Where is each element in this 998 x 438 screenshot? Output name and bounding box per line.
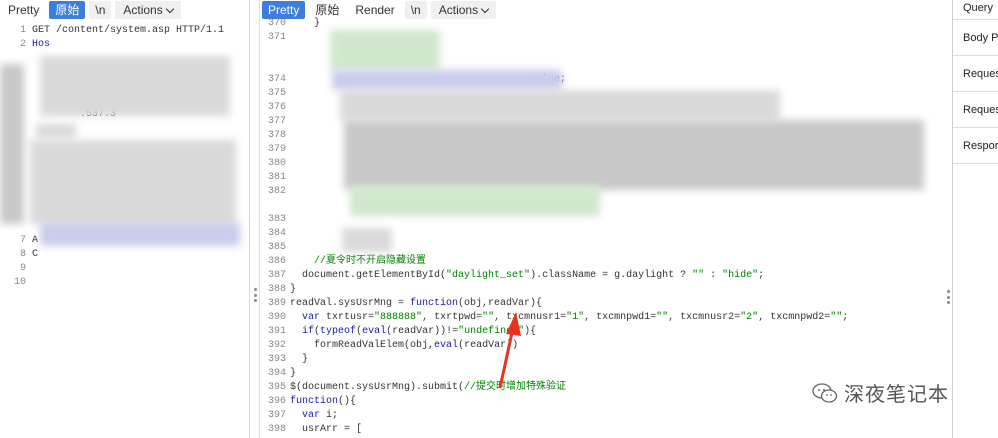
actions-label: Actions (123, 3, 163, 17)
chevron-down-icon (165, 4, 174, 13)
chevron-down-icon (480, 4, 490, 13)
code-line: 388} (267, 284, 297, 295)
actions-label: Actions (438, 3, 479, 17)
request-pane: Pretty 原始 \n Actions 1 GET /content/syste… (0, 0, 250, 438)
line-text (30, 276, 249, 290)
inspector-tab-request-1[interactable]: Reques (953, 56, 998, 92)
line-number: 385 (267, 242, 286, 253)
redacted-block (330, 30, 440, 70)
inspector-tab-response[interactable]: Respor (953, 128, 998, 164)
request-toolbar: Pretty 原始 \n Actions (0, 0, 249, 20)
inspector-tab-body[interactable]: Body P (953, 20, 998, 56)
line-number (260, 45, 288, 59)
line-text (30, 262, 249, 276)
pretty-tab[interactable]: Pretty (2, 1, 46, 19)
raw-tab[interactable]: 原始 (49, 1, 86, 19)
pane-divider[interactable] (250, 0, 260, 438)
line-number (260, 199, 288, 213)
line-number: 383 (267, 214, 286, 225)
code-line: 386 //夏令时不开启隐藏设置 (267, 256, 427, 267)
newline-toggle[interactable]: \n (89, 1, 112, 19)
code-line: 392 formReadValElem(obj,eval(readVar)) (267, 340, 519, 351)
redacted-block (36, 124, 76, 138)
redacted-block (340, 90, 780, 120)
line-text: C (32, 249, 39, 260)
redacted-block (332, 70, 562, 90)
line-number: 375 (267, 88, 286, 99)
code-line: 393 } (267, 354, 309, 365)
line-number: 382 (267, 186, 286, 197)
drag-handle-icon[interactable] (946, 290, 950, 304)
wechat-icon (812, 382, 838, 403)
line-number: 378 (267, 130, 286, 141)
line-number: 377 (267, 116, 286, 127)
actions-dropdown[interactable]: Actions (115, 1, 181, 19)
line-number: 2 (19, 39, 26, 50)
redacted-block (342, 228, 392, 252)
code-line: 2 Hos (0, 38, 249, 52)
inspector-tab-query[interactable]: Query (953, 0, 998, 20)
line-text: Hos (32, 39, 51, 50)
line-text: GET /content/system.asp HTTP/1.1 (32, 25, 225, 36)
line-number: 9 (19, 263, 26, 274)
redacted-block (30, 140, 236, 224)
line-number: 384 (267, 228, 286, 239)
redacted-block (0, 64, 24, 224)
line-text: } (290, 18, 321, 29)
drag-handle-icon[interactable] (253, 288, 257, 302)
code-line: 390 var txrtusr="888888", txrtpwd="", tx… (267, 312, 849, 323)
redacted-block (40, 222, 240, 246)
code-line: 9 (0, 262, 249, 276)
line-number: 7 (19, 235, 26, 246)
redacted-block (344, 120, 924, 190)
line-number: 381 (267, 172, 286, 183)
line-number: 374 (267, 74, 286, 85)
code-line: 1 GET /content/system.asp HTTP/1.1 (0, 24, 249, 38)
line-number: 370 (267, 18, 286, 29)
watermark-text: 深夜笔记本 (844, 382, 949, 406)
line-number: 10 (13, 277, 26, 288)
inspector-panel: Query Body P Reques Reques Respor (952, 0, 998, 438)
response-pane: Pretty 原始 Render \n Actions 370 } 371 374 … (260, 0, 952, 438)
line-number: 8 (19, 249, 26, 260)
code-line: 398 usrArr = [ (267, 424, 363, 435)
line-number (260, 59, 288, 73)
line-number: 380 (267, 158, 286, 169)
code-line: 391 if(typeof(eval(readVar))!="undefined… (267, 326, 537, 337)
line-number: 1 (19, 25, 26, 36)
line-number: 371 (267, 32, 286, 43)
code-line: 397 var i; (267, 410, 339, 421)
inspector-tab-request-2[interactable]: Reques (953, 92, 998, 128)
code-line: 389 readVal.sysUsrMng = function(obj,read… (267, 298, 543, 309)
code-line: 10 (0, 276, 249, 290)
watermark: 深夜笔记本 (812, 378, 949, 407)
redacted-block (350, 186, 600, 216)
redacted-block (40, 56, 230, 116)
code-line: 370 } (260, 17, 952, 31)
code-line: 8C (0, 248, 249, 262)
line-number: 376 (267, 102, 286, 113)
line-number: 379 (267, 144, 286, 155)
code-line: 387 document.getElementById("daylight_se… (267, 270, 765, 281)
